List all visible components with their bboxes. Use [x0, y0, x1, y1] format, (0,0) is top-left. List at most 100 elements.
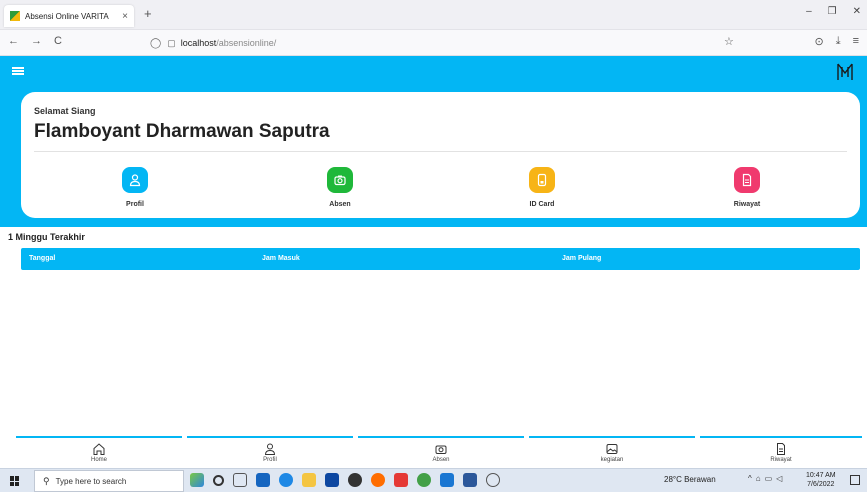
weather-widget[interactable]: 28°C Berawan: [664, 475, 716, 484]
clock-time: 10:47 AM: [806, 472, 836, 479]
card-divider: [34, 151, 847, 152]
bottom-nav-profil-label: Profil: [263, 457, 277, 463]
bottom-nav-kegiatan[interactable]: kegiatan: [529, 436, 695, 468]
screen: Absensi Online VARITA × + – ❐ ✕ ← → C ◯ …: [0, 0, 867, 492]
tracking-shield-icon[interactable]: ◯: [150, 38, 161, 49]
bookmark-star-icon[interactable]: ☆: [724, 35, 734, 48]
task-view-icon[interactable]: [233, 473, 247, 487]
document-icon[interactable]: [734, 167, 760, 193]
chevron-up-icon[interactable]: ^: [748, 474, 752, 483]
window-controls: – ❐ ✕: [806, 6, 861, 17]
browser-tab-strip: Absensi Online VARITA × + – ❐ ✕: [0, 0, 867, 30]
favicon-icon: [10, 11, 20, 21]
bottom-nav-riwayat[interactable]: Riwayat: [700, 436, 862, 468]
reload-button[interactable]: C: [54, 35, 62, 47]
system-tray: ^ ⌂ ▭ ◁: [748, 474, 782, 483]
download-icon[interactable]: ⤓: [836, 35, 841, 48]
bottom-nav-profil[interactable]: Profil: [187, 436, 353, 468]
tab-title: Absensi Online VARITA: [25, 11, 109, 21]
xampp-icon[interactable]: [394, 473, 408, 487]
taskbar-search-input[interactable]: ⚲ Type here to search: [34, 470, 184, 492]
address-bar[interactable]: ◯ ▢ localhost/absensionline/: [150, 34, 740, 52]
word-icon[interactable]: [463, 473, 477, 487]
home-icon: [93, 443, 105, 455]
edge-icon[interactable]: [279, 473, 293, 487]
search-icon: ⚲: [43, 475, 50, 486]
chrome-icon[interactable]: [417, 473, 431, 487]
app-menu-icon[interactable]: ≡: [853, 35, 859, 48]
bottom-nav: Home Profil Absen kegiatan Riwayat: [0, 436, 867, 468]
network-icon[interactable]: ⌂: [756, 474, 761, 483]
user-name: Flamboyant Dharmawan Saputra: [34, 121, 330, 142]
hamburger-menu-icon[interactable]: [12, 67, 24, 75]
column-tanggal: Tanggal: [29, 255, 56, 262]
camera-icon[interactable]: [327, 167, 353, 193]
greeting-text: Selamat Siang: [34, 106, 96, 116]
back-button[interactable]: ←: [8, 35, 19, 47]
clock-date: 7/6/2022: [807, 481, 835, 488]
app-icon[interactable]: [348, 473, 362, 487]
file-explorer-icon[interactable]: [302, 473, 316, 487]
mail-icon[interactable]: [325, 473, 339, 487]
volume-icon[interactable]: ◁: [776, 474, 782, 483]
bottom-nav-absen-label: Absen: [432, 457, 450, 463]
menu-riwayat-label: Riwayat: [733, 201, 761, 208]
url-host: localhost: [180, 38, 217, 48]
windows-start-icon[interactable]: [10, 476, 20, 486]
bottom-nav-home[interactable]: Home: [16, 436, 182, 468]
browser-toolbar: ← → C ◯ ▢ localhost/absensionline/: [0, 30, 867, 56]
browser-tools: ⊙ ⤓ ≡: [814, 35, 859, 48]
store-icon[interactable]: [256, 473, 270, 487]
id-card-icon[interactable]: [529, 167, 555, 193]
gallery-icon: [606, 444, 618, 454]
nav-indicator: [187, 436, 353, 438]
restore-button[interactable]: ❐: [828, 6, 837, 17]
bottom-nav-home-label: Home: [90, 457, 107, 463]
bottom-nav-absen[interactable]: Absen: [358, 436, 524, 468]
app-logo-icon: [837, 63, 853, 80]
cortana-icon[interactable]: [213, 474, 224, 486]
document-icon: [777, 443, 785, 455]
tab-close-icon[interactable]: ×: [122, 11, 128, 22]
widget-icon[interactable]: [190, 473, 204, 487]
page-info-icon[interactable]: ▢: [167, 38, 176, 49]
minimize-button[interactable]: –: [806, 6, 812, 17]
bottom-nav-riwayat-label: Riwayat: [770, 457, 792, 463]
person-icon[interactable]: [122, 167, 148, 193]
notification-icon[interactable]: [850, 475, 860, 485]
nav-buttons: ← → C: [8, 35, 62, 47]
history-section-title: 1 Minggu Terakhir: [8, 232, 85, 242]
profile-card: Selamat Siang Flamboyant Dharmawan Saput…: [21, 92, 860, 218]
search-placeholder: Type here to search: [55, 476, 127, 486]
taskbar-clock[interactable]: 10:47 AM 7/6/2022: [806, 471, 836, 489]
menu-profil-label: Profil: [126, 201, 144, 208]
nav-indicator: [700, 436, 862, 438]
person-icon: [264, 443, 276, 455]
column-jam-pulang: Jam Pulang: [562, 255, 602, 262]
nav-indicator: [529, 436, 695, 438]
browser-tab[interactable]: Absensi Online VARITA ×: [4, 5, 134, 27]
sync-icon[interactable]: [486, 473, 500, 487]
firefox-icon[interactable]: [371, 473, 385, 487]
camera-icon: [435, 445, 447, 454]
battery-icon[interactable]: ▭: [765, 474, 773, 483]
menu-riwayat[interactable]: Riwayat: [707, 167, 787, 208]
new-tab-button[interactable]: +: [144, 6, 152, 21]
taskbar-apps: [190, 473, 500, 487]
history-table-header: Tanggal Jam Masuk Jam Pulang: [21, 248, 860, 270]
nav-indicator: [16, 436, 182, 438]
menu-profil[interactable]: Profil: [95, 167, 175, 208]
url-path: /absensionline/: [216, 38, 277, 48]
pocket-icon[interactable]: ⊙: [814, 35, 823, 48]
windows-taskbar: ⚲ Type here to search 28°C Berawan ^ ⌂ ▭…: [0, 468, 867, 492]
menu-id-card[interactable]: ID Card: [502, 167, 582, 208]
menu-id-card-label: ID Card: [529, 201, 555, 208]
nav-indicator: [358, 436, 524, 438]
bottom-nav-kegiatan-label: kegiatan: [600, 457, 624, 463]
menu-absen[interactable]: Absen: [300, 167, 380, 208]
close-window-button[interactable]: ✕: [853, 6, 861, 17]
app-header: [0, 56, 867, 90]
menu-absen-label: Absen: [329, 201, 351, 208]
vscode-icon[interactable]: [440, 473, 454, 487]
forward-button[interactable]: →: [31, 35, 42, 47]
